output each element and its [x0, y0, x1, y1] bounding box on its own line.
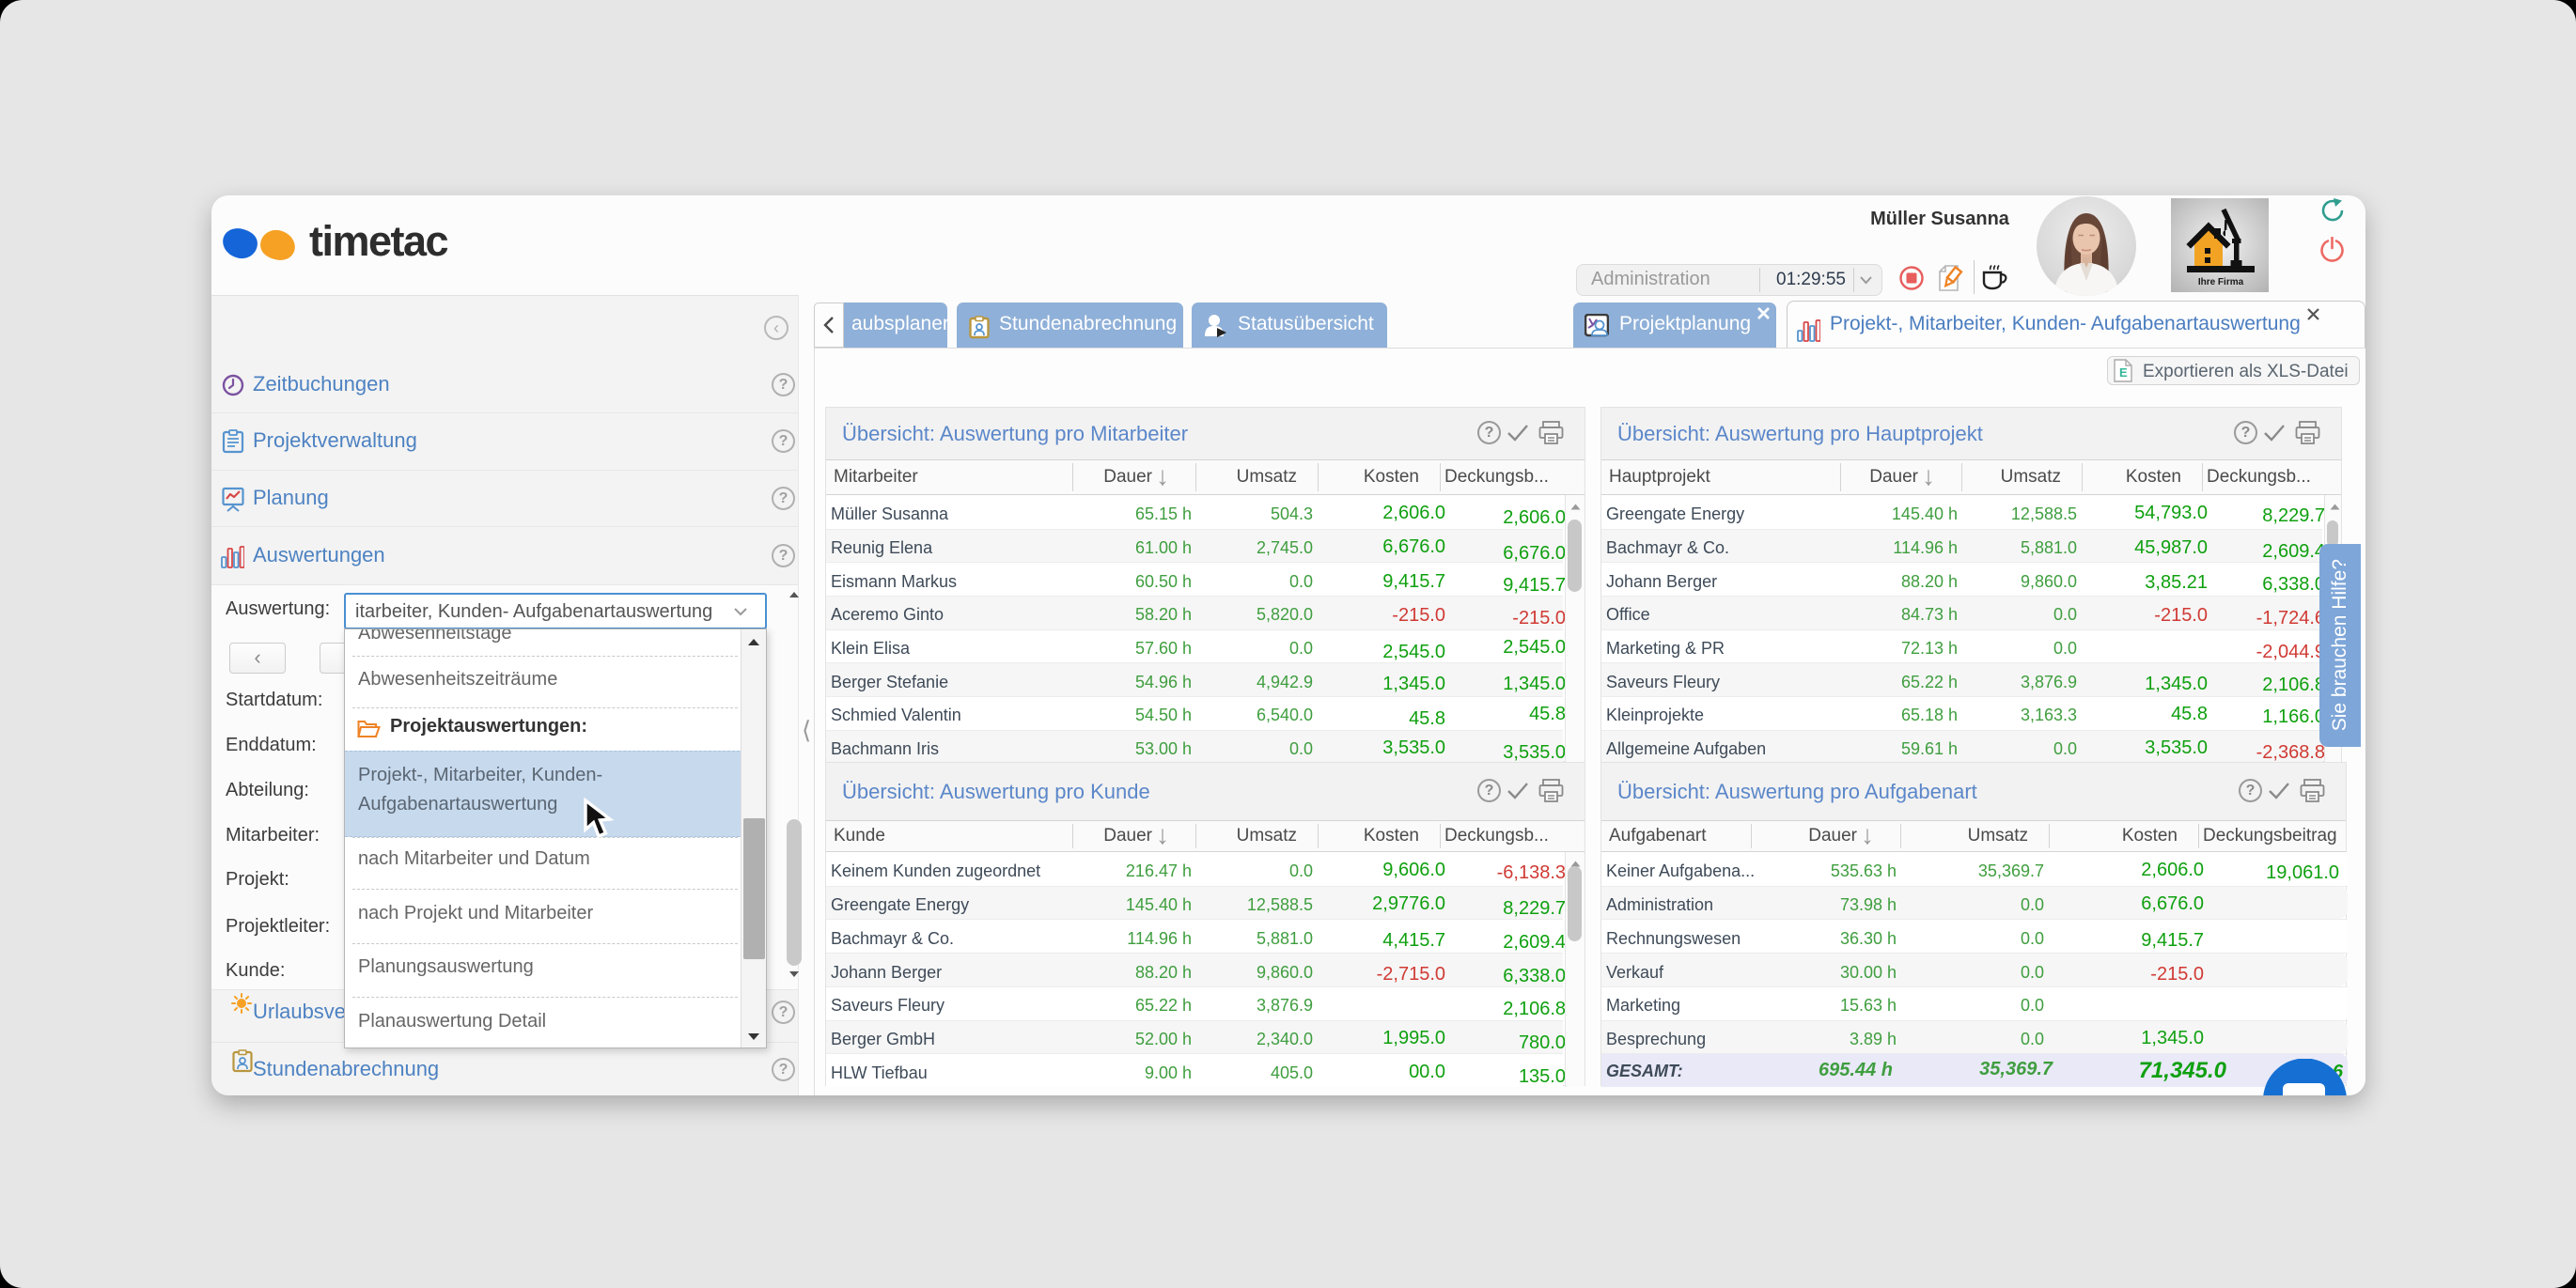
- svg-text:Ihre Firma: Ihre Firma: [2198, 277, 2244, 287]
- svg-text:E: E: [2119, 365, 2128, 380]
